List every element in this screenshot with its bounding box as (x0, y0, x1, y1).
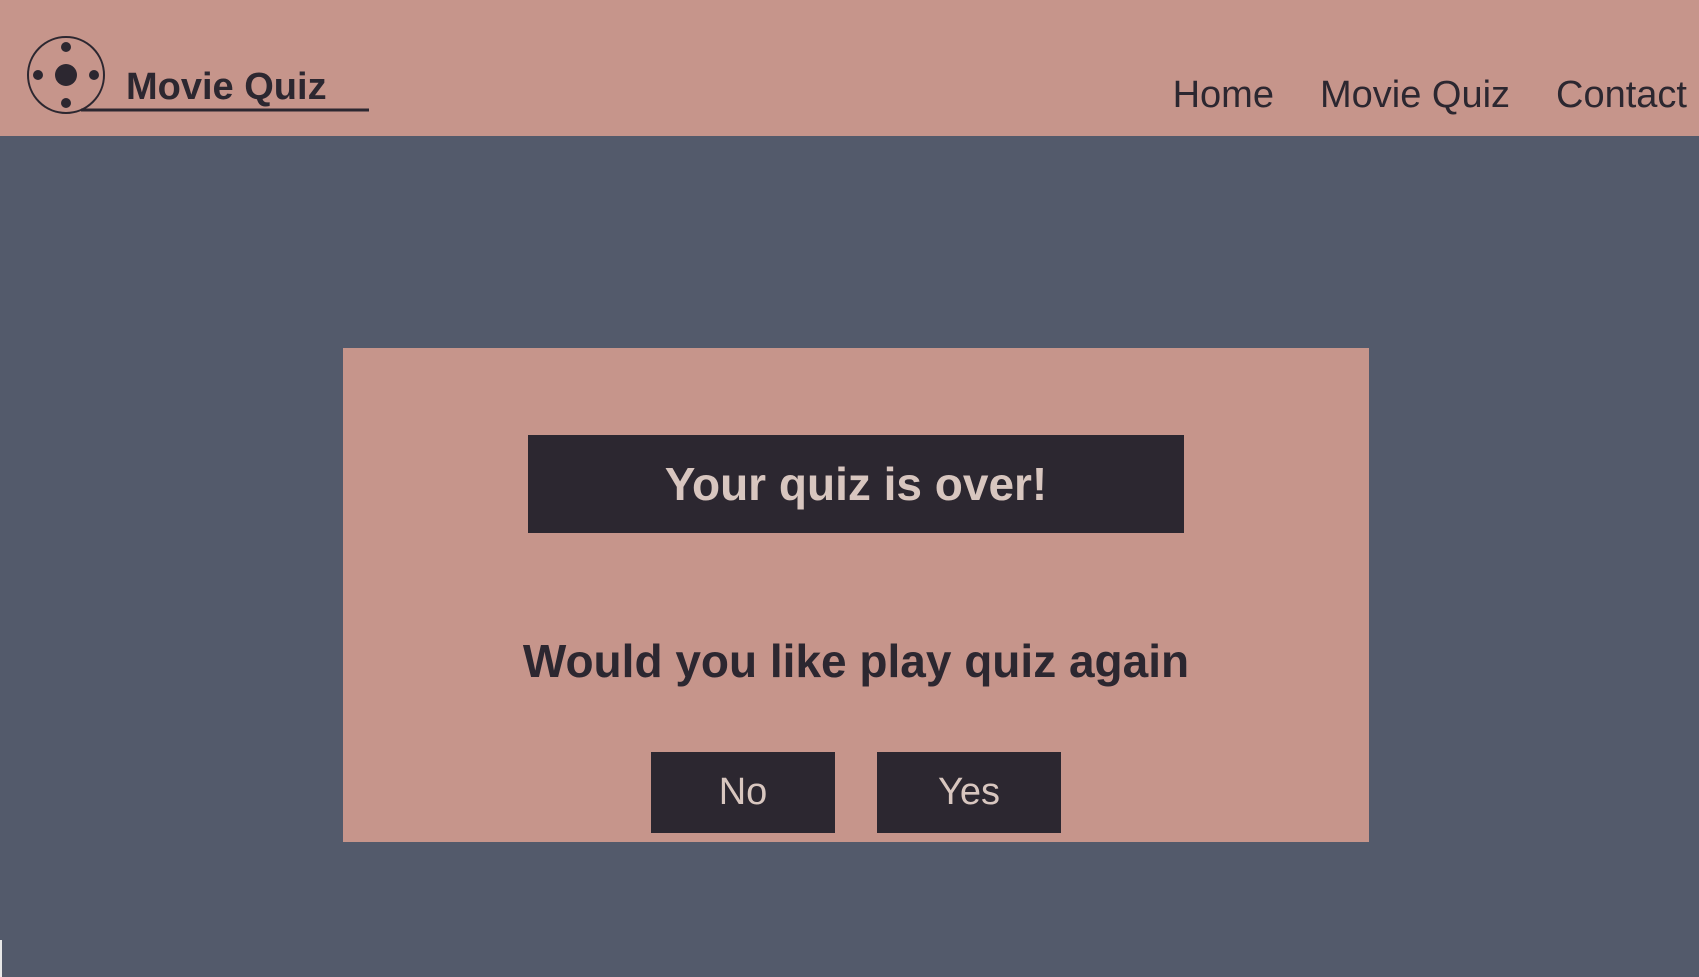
play-again-question: Would you like play quiz again (522, 635, 1190, 687)
nav-contact[interactable]: Contact (1556, 74, 1687, 117)
yes-button[interactable]: Yes (877, 752, 1061, 833)
quiz-over-title: Your quiz is over! (664, 458, 1048, 510)
nav-movie-quiz[interactable]: Movie Quiz (1320, 74, 1510, 117)
site-header: Movie Quiz Home Movie Quiz Contact (0, 0, 1699, 136)
window-edge-divider (0, 940, 2, 977)
quiz-over-banner: Your quiz is over! (528, 435, 1184, 533)
main-nav: Home Movie Quiz Contact (1173, 74, 1687, 117)
quiz-end-card: Your quiz is over! Would you like play q… (343, 348, 1369, 842)
no-button[interactable]: No (651, 752, 835, 833)
logo[interactable]: Movie Quiz (26, 35, 371, 115)
logo-text: Movie Quiz (126, 66, 327, 108)
nav-home[interactable]: Home (1173, 74, 1274, 117)
